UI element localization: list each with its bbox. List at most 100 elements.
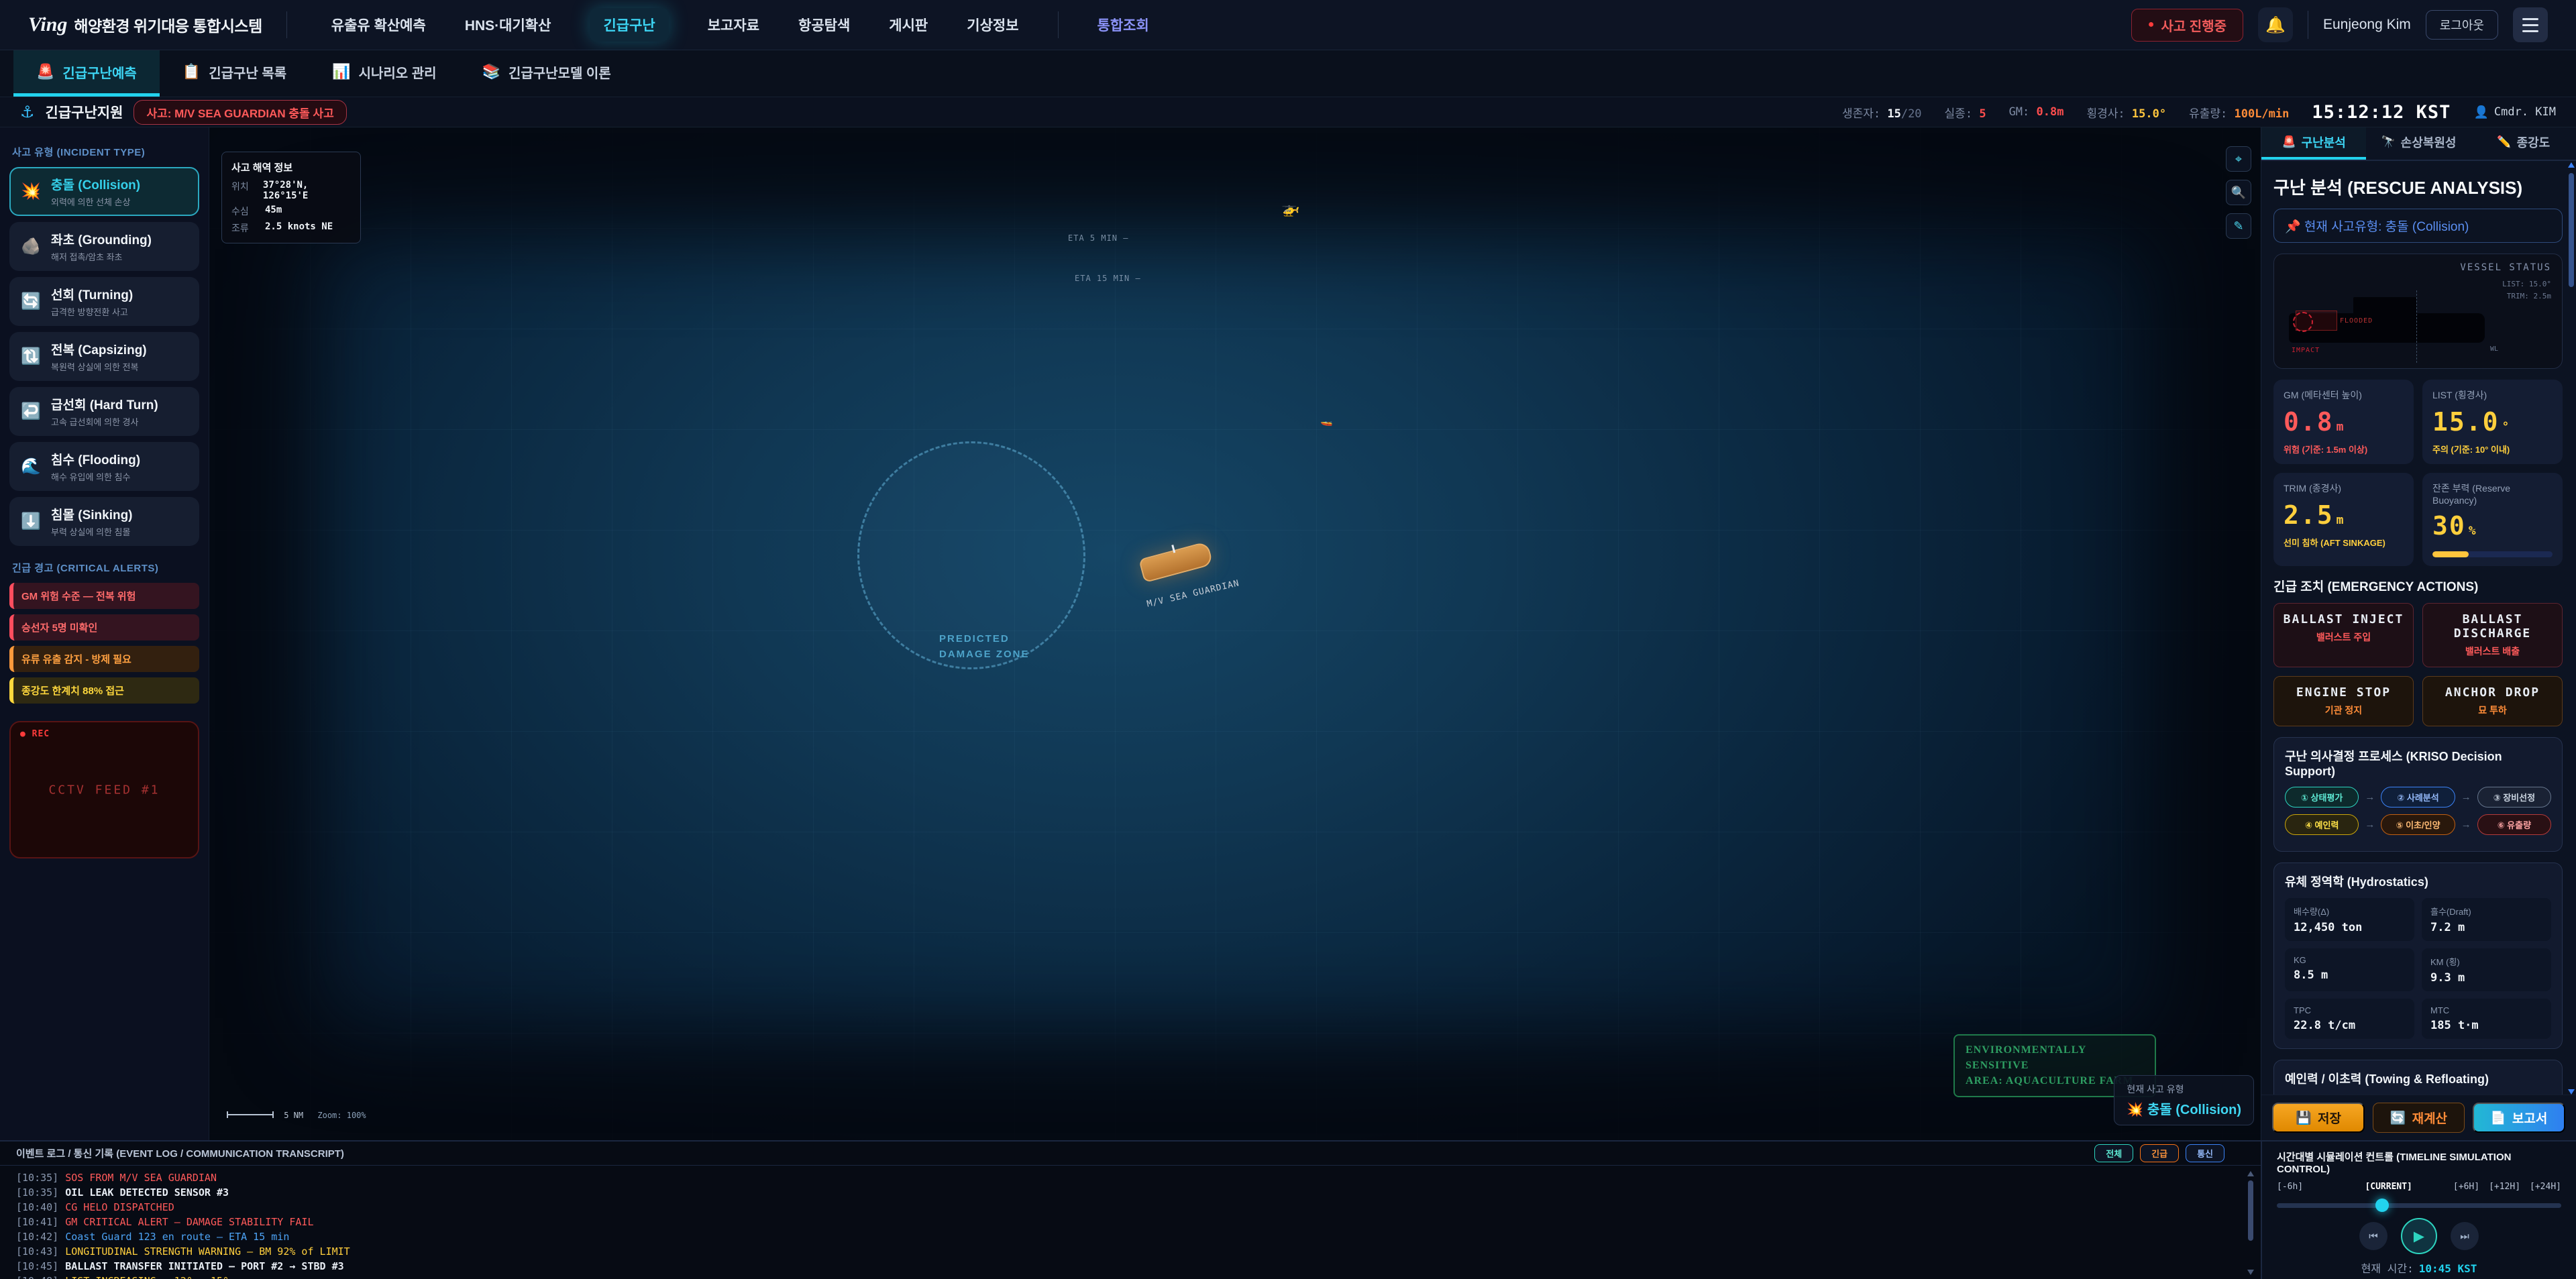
document-icon: 📄 <box>2490 1110 2506 1126</box>
ballast-discharge-button[interactable]: BALLAST DISCHARGE밸러스트 배출 <box>2422 603 2563 667</box>
nav-item-aerial-search[interactable]: 항공탐색 <box>798 15 850 35</box>
tab-damage-stability[interactable]: 🔭 손상복원성 <box>2366 127 2471 160</box>
incident-name-badge: 사고: M/V SEA GUARDIAN 충돌 사고 <box>133 100 346 125</box>
tab-rescue-analysis[interactable]: 🚨 구난분석 <box>2261 127 2366 160</box>
save-button[interactable]: 💾 저장 <box>2272 1103 2365 1133</box>
alert-gm-danger[interactable]: GM 위험 수준 — 전복 위험 <box>9 583 199 609</box>
nav-item-integrated-search[interactable]: 통합조회 <box>1097 15 1149 35</box>
hamburger-bar <box>2522 30 2538 32</box>
alert-oil-leak[interactable]: 유류 유출 감지 - 방제 필요 <box>9 646 199 672</box>
sidebar-item-capsizing[interactable]: 🔃 전복 (Capsizing) 복원력 상실에 의한 전복 <box>9 332 199 381</box>
chart-icon: 📊 <box>332 63 350 80</box>
vessel-trim-label: TRIM: 2.5m <box>2507 292 2551 300</box>
sidebar-item-collision[interactable]: 💥 충돌 (Collision) 외력에 의한 선체 손상 <box>9 167 199 216</box>
rock-icon: 🪨 <box>20 237 42 256</box>
scroll-down-arrow[interactable] <box>2568 1089 2575 1095</box>
item-desc: 부력 상실에 의한 침몰 <box>51 525 133 538</box>
coast-guard-vessel-icon[interactable]: 🚤 <box>1320 414 1333 427</box>
slider-track[interactable] <box>2277 1203 2561 1208</box>
map-tool-locate-button[interactable]: ⌖ <box>2226 146 2251 172</box>
alert-missing-crew[interactable]: 승선자 5명 미확인 <box>9 614 199 641</box>
siren-icon: 🚨 <box>36 63 54 80</box>
timeline-slider[interactable] <box>2277 1198 2561 1211</box>
nav-item-emergency-rescue[interactable]: 긴급구난 <box>590 8 668 42</box>
anchor-icon: ⚓ <box>20 103 35 122</box>
nav-item-oil-spill-prediction[interactable]: 유출유 확산예측 <box>331 15 426 35</box>
nav-item-reports[interactable]: 보고자료 <box>708 15 759 35</box>
nautical-map[interactable]: 사고 해역 정보 위치37°28'N, 126°15'E 수심45m 조류2.5… <box>209 127 2261 1140</box>
slider-knob[interactable] <box>2375 1199 2389 1212</box>
cctv-feed[interactable]: ● REC CCTV FEED #1 <box>9 721 199 858</box>
app-title: 해양환경 위기대응 통합시스템 <box>74 13 262 36</box>
scroll-down-arrow[interactable] <box>2247 1270 2254 1275</box>
skip-back-button[interactable]: ⏮ <box>2359 1222 2387 1250</box>
marker-plus-6h[interactable]: [+6H] <box>2453 1182 2479 1192</box>
alert-strength-limit[interactable]: 종강도 한계치 88% 접근 <box>9 677 199 704</box>
ballast-inject-button[interactable]: BALLAST INJECT밸러스트 주입 <box>2273 603 2414 667</box>
tab-rescue-model-theory[interactable]: 📚 긴급구난모델 이론 <box>460 50 634 97</box>
log-line: [10:35]SOS FROM M/V SEA GUARDIAN <box>16 1170 2245 1185</box>
sidebar-item-flooding[interactable]: 🌊 침수 (Flooding) 해수 유입에 의한 침수 <box>9 442 199 491</box>
panel-scrollbar[interactable] <box>2568 166 2575 1091</box>
clipboard-icon: 📋 <box>182 63 201 80</box>
step-case-analysis[interactable]: ② 사례분석 <box>2381 787 2455 808</box>
marker-minus-6h[interactable]: [-6h] <box>2277 1182 2303 1192</box>
step-refloat-salvage[interactable]: ⑤ 이초/인양 <box>2381 814 2455 835</box>
item-desc: 고속 급선회에 의한 경사 <box>51 415 158 428</box>
sub-tabbar: 🚨 긴급구난예측 📋 긴급구난 목록 📊 시나리오 관리 📚 긴급구난모델 이론 <box>0 50 2576 97</box>
log-scrollbar[interactable] <box>2247 1171 2254 1275</box>
item-title: 좌초 (Grounding) <box>51 230 152 248</box>
sidebar-item-turning[interactable]: 🔄 선회 (Turning) 급격한 방향전환 사고 <box>9 277 199 326</box>
report-button[interactable]: 📄 보고서 <box>2473 1103 2565 1133</box>
tab-longitudinal-strength[interactable]: ✏️ 종강도 <box>2471 127 2576 160</box>
scrollbar-thumb[interactable] <box>2248 1180 2253 1241</box>
filter-comms[interactable]: 통신 <box>2186 1144 2224 1162</box>
event-log-title: 이벤트 로그 / 통신 기록 (EVENT LOG / COMMUNICATIO… <box>16 1146 344 1160</box>
tab-label: 구난분석 <box>2302 133 2346 151</box>
filter-all[interactable]: 전체 <box>2094 1144 2133 1162</box>
scroll-up-arrow[interactable] <box>2247 1171 2254 1176</box>
map-tool-zoom-button[interactable]: 🔍 <box>2226 180 2251 205</box>
arrow-icon: → <box>2365 819 2375 830</box>
tab-label: 긴급구난예측 <box>62 62 136 82</box>
anchor-drop-button[interactable]: ANCHOR DROP묘 투하 <box>2422 676 2563 726</box>
nav-item-hns-diffusion[interactable]: HNS·대기확산 <box>465 15 551 35</box>
sidebar-item-hard-turn[interactable]: ↩️ 급선회 (Hard Turn) 고속 급선회에 의한 경사 <box>9 387 199 436</box>
step-outflow[interactable]: ⑥ 유출량 <box>2477 814 2551 835</box>
rescue-analysis-panel: 🚨 구난분석 🔭 손상복원성 ✏️ 종강도 구난 분석 (RESCUE ANAL… <box>2261 127 2576 1140</box>
pencil-icon: ✏️ <box>2497 135 2511 149</box>
overlay-value: 💥 충돌 (Collision) <box>2127 1099 2241 1118</box>
timeline-control: 시간대별 시뮬레이션 컨트롤 (TIMELINE SIMULATION CONT… <box>2261 1142 2576 1279</box>
sidebar-item-grounding[interactable]: 🪨 좌초 (Grounding) 해저 접촉/암초 좌초 <box>9 222 199 271</box>
recalculate-button[interactable]: 🔄 재계산 <box>2373 1103 2464 1133</box>
play-button[interactable]: ▶ <box>2401 1218 2437 1254</box>
marker-plus-24h[interactable]: [+24H] <box>2530 1182 2561 1192</box>
step-status-assessment[interactable]: ① 상태평가 <box>2285 787 2359 808</box>
sidebar-item-sinking[interactable]: ⬇️ 침몰 (Sinking) 부력 상실에 의한 침몰 <box>9 497 199 546</box>
tab-rescue-prediction[interactable]: 🚨 긴급구난예측 <box>13 50 160 97</box>
eta-15min-label: ETA 15 MIN — <box>1075 274 1141 283</box>
stability-stats: GM (메타센터 높이) 0.8m 위험 (기준: 1.5m 이상) LIST … <box>2273 380 2563 566</box>
scroll-up-arrow[interactable] <box>2568 162 2575 168</box>
tab-scenario-management[interactable]: 📊 시나리오 관리 <box>309 50 459 97</box>
rec-indicator: ● REC <box>20 729 50 739</box>
skip-forward-button[interactable]: ⏭ <box>2451 1222 2479 1250</box>
nav-item-board[interactable]: 게시판 <box>889 15 928 35</box>
nav-item-weather[interactable]: 기상정보 <box>967 15 1018 35</box>
map-vignette <box>209 127 2261 1140</box>
helicopter-icon[interactable]: 🚁 <box>1281 200 1299 217</box>
step-towing-force[interactable]: ④ 예인력 <box>2285 814 2359 835</box>
marker-plus-12h[interactable]: [+12H] <box>2489 1182 2520 1192</box>
hard-turn-icon: ↩️ <box>20 402 42 421</box>
app-logo[interactable]: Ving 해양환경 위기대응 통합시스템 <box>28 13 262 36</box>
filter-urgent[interactable]: 긴급 <box>2140 1144 2179 1162</box>
hamburger-menu-button[interactable] <box>2513 7 2548 42</box>
step-equipment-selection[interactable]: ③ 장비선정 <box>2477 787 2551 808</box>
tab-rescue-list[interactable]: 📋 긴급구난 목록 <box>160 50 309 97</box>
map-tool-draw-button[interactable]: ✎ <box>2226 213 2251 239</box>
scrollbar-thumb[interactable] <box>2569 173 2574 287</box>
engine-stop-button[interactable]: ENGINE STOP기관 정지 <box>2273 676 2414 726</box>
logout-button[interactable]: 로그아웃 <box>2426 10 2498 40</box>
notifications-button[interactable]: 🔔 <box>2258 7 2293 42</box>
marker-current[interactable]: [CURRENT] <box>2365 1182 2412 1192</box>
